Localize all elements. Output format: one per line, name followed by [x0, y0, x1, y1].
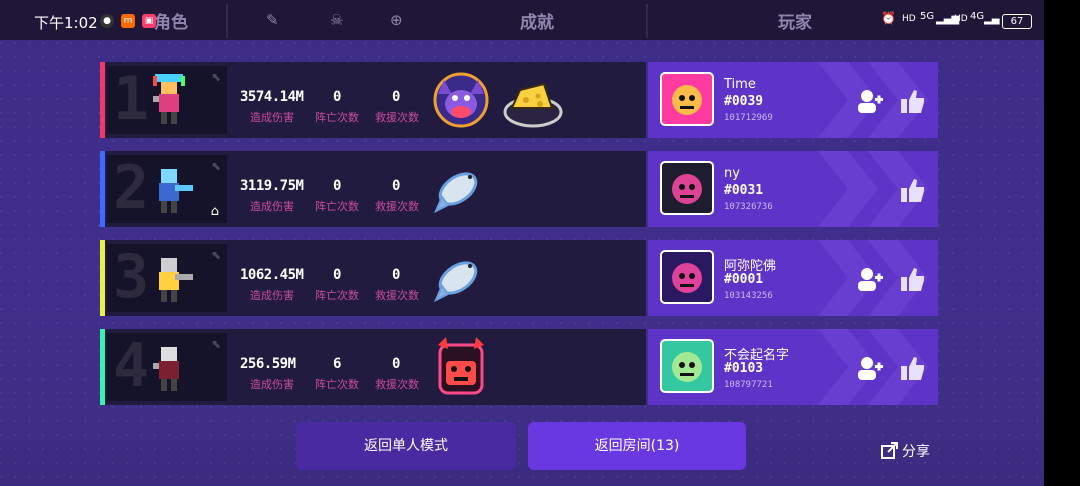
deaths-label: 阵亡次数 [315, 111, 359, 124]
player-card[interactable]: 阿弥陀佛 #0001 103143256 [648, 240, 938, 316]
fish-icon [434, 172, 478, 214]
wolf-badge-icon [433, 72, 489, 128]
return-single-mode-button[interactable]: 返回单人模式 [296, 422, 516, 470]
damage-label: 造成伤害 [250, 200, 294, 213]
target-icon[interactable]: ⊕ [390, 11, 403, 29]
player-id: 107326736 [724, 202, 773, 212]
hero-sprite-icon [153, 347, 179, 391]
damage-label: 造成伤害 [250, 111, 294, 124]
tab-divider [226, 4, 228, 38]
player-number: #0031 [724, 183, 764, 198]
hero-sprite-icon [153, 74, 185, 124]
rank-accent [100, 240, 105, 316]
return-room-button[interactable]: 返回房间(13) [528, 422, 746, 470]
like-thumbs-up-icon[interactable] [900, 88, 926, 114]
tab-achievements[interactable]: 成就 [520, 8, 554, 33]
fish-icon [434, 261, 478, 303]
damage-value: 3574.14M [240, 89, 304, 105]
player-avatar[interactable] [660, 250, 714, 304]
player-number: #0001 [724, 272, 764, 287]
hero-portrait: 4 ⬉ [107, 333, 227, 401]
player-id: 108797721 [724, 380, 773, 390]
damage-label: 造成伤害 [250, 289, 294, 302]
add-friend-icon[interactable] [856, 266, 884, 292]
share-icon [881, 442, 898, 459]
damage-value: 256.59M [240, 356, 296, 372]
rank-accent [100, 62, 105, 138]
host-home-icon: ⌂ [210, 204, 219, 219]
cheese-plate-icon [503, 82, 563, 128]
player-avatar[interactable] [660, 339, 714, 393]
player-number: #0103 [724, 361, 764, 376]
hero-portrait: 3 ⬉ [107, 244, 227, 312]
expand-arrow-icon: ⬉ [210, 337, 221, 351]
like-thumbs-up-icon[interactable] [900, 266, 926, 292]
like-thumbs-up-icon[interactable] [900, 177, 926, 203]
deaths-label: 阵亡次数 [315, 200, 359, 213]
player-avatar[interactable] [660, 72, 714, 126]
tab-players[interactable]: 玩家 [778, 8, 812, 33]
rescues-value: 0 [392, 178, 400, 194]
deaths-value: 0 [333, 267, 341, 283]
rescues-label: 救援次数 [375, 200, 419, 213]
deaths-label: 阵亡次数 [315, 289, 359, 302]
player-number: #0039 [724, 94, 764, 109]
expand-arrow-icon: ⬉ [210, 70, 221, 84]
devil-mask-icon [438, 337, 484, 395]
player-card[interactable]: ny #0031 107326736 [648, 151, 938, 227]
tab-divider [646, 4, 648, 38]
rescues-value: 0 [392, 356, 400, 372]
skull-icon[interactable]: ☠ [330, 11, 343, 29]
expand-arrow-icon: ⬉ [210, 159, 221, 173]
rank-accent [100, 151, 105, 227]
result-row: 2 ⬉ ⌂ 3119.75M 造成伤害 0 阵亡次数 0 救援次数 [100, 151, 646, 227]
player-id: 101712969 [724, 113, 773, 123]
rank-number: 4 [113, 333, 150, 401]
result-row: 4 ⬉ 256.59M 造成伤害 6 阵亡次数 0 救援次数 [100, 329, 646, 405]
add-friend-icon[interactable] [856, 88, 884, 114]
rescues-label: 救援次数 [375, 378, 419, 391]
damage-value: 1062.45M [240, 267, 304, 283]
result-row: 1 ⬉ 3574.14M 造成伤害 0 阵亡次数 0 救援次数 [100, 62, 646, 138]
rank-accent [100, 329, 105, 405]
hero-portrait: 2 ⬉ ⌂ [107, 155, 227, 223]
add-friend-icon[interactable] [856, 355, 884, 381]
player-name: Time [724, 77, 756, 92]
share-label: 分享 [902, 444, 930, 460]
rescues-value: 0 [392, 267, 400, 283]
player-card[interactable]: 不会起名字 #0103 108797721 [648, 329, 938, 405]
deaths-label: 阵亡次数 [315, 378, 359, 391]
hero-sprite-icon [159, 169, 193, 213]
player-avatar[interactable] [660, 161, 714, 215]
sword-icon[interactable]: ✎ [266, 11, 279, 29]
rank-number: 2 [113, 155, 150, 223]
deaths-value: 0 [333, 89, 341, 105]
hero-portrait: 1 ⬉ [107, 66, 227, 134]
result-row: 3 ⬉ 1062.45M 造成伤害 0 阵亡次数 0 救援次数 [100, 240, 646, 316]
deaths-value: 0 [333, 178, 341, 194]
tab-role[interactable]: 角色 [154, 8, 188, 33]
player-name: ny [724, 166, 740, 181]
rank-number: 1 [113, 66, 150, 134]
damage-value: 3119.75M [240, 178, 304, 194]
damage-label: 造成伤害 [250, 378, 294, 391]
top-tab-bar: 角色 ✎ ☠ ⊕ 成就 玩家 [0, 0, 1044, 40]
player-id: 103143256 [724, 291, 773, 301]
rank-number: 3 [113, 244, 150, 312]
deaths-value: 6 [333, 356, 341, 372]
hero-sprite-icon [159, 258, 193, 302]
screen-edge [1044, 0, 1080, 486]
player-card[interactable]: Time #0039 101712969 [648, 62, 938, 138]
expand-arrow-icon: ⬉ [210, 248, 221, 262]
rescues-value: 0 [392, 89, 400, 105]
rescues-label: 救援次数 [375, 111, 419, 124]
share-button[interactable]: 分享 [880, 440, 930, 461]
like-thumbs-up-icon[interactable] [900, 355, 926, 381]
rescues-label: 救援次数 [375, 289, 419, 302]
